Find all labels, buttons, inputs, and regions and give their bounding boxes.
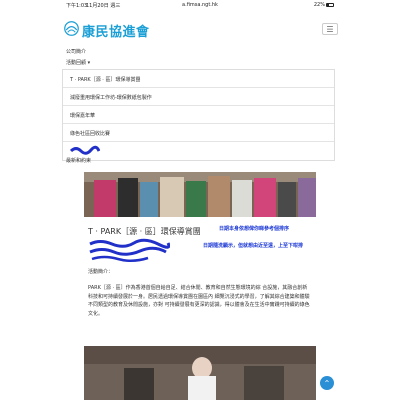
- battery-icon: [326, 2, 334, 7]
- activity-photo: [84, 346, 316, 400]
- battery-indicator: 22%: [314, 2, 334, 8]
- crowd-photo: [84, 172, 316, 217]
- nav-recent[interactable]: 最新和約束: [66, 157, 91, 164]
- caret-down-icon: ▾: [87, 60, 91, 66]
- dropdown-item-redacted[interactable]: [63, 142, 334, 160]
- nav-about[interactable]: 公司簡介: [66, 48, 86, 55]
- guide-photo: [84, 346, 316, 400]
- back-to-top-button[interactable]: ⌃: [320, 376, 334, 390]
- nav-activities[interactable]: 活動回顧 ▾: [66, 59, 90, 66]
- nav-activities-label: 活動回顧: [66, 60, 87, 66]
- dropdown-item[interactable]: 綠色社區回收比賽: [63, 124, 334, 142]
- activities-dropdown: T · PARK［源 · 區］環保導賞團 減廢重用環保工作坊-環保數紙包製作 環…: [62, 69, 335, 161]
- dropdown-item[interactable]: 環保嘉年華: [63, 106, 334, 124]
- dropdown-item[interactable]: T · PARK［源 · 區］環保導賞團: [63, 70, 334, 88]
- article-title: T · PARK［源 · 區］環保導賞團: [88, 227, 201, 236]
- redaction-scribble: [89, 238, 170, 262]
- article-paragraph: PARK［源 · 區］作為香港首個自給自足、結合休閒、教育和自然生態環境的綜 合…: [88, 285, 310, 318]
- redaction-scribble: [69, 145, 101, 155]
- status-bar: 下午1:03 11月20日 週三 a.fimsa.ngt.hk 22%: [0, 0, 400, 10]
- brand-name[interactable]: 康民協進會: [82, 21, 150, 40]
- hamburger-icon: ☰: [326, 24, 334, 34]
- menu-toggle-button[interactable]: ☰: [322, 23, 338, 35]
- url-bar[interactable]: a.fimsa.ngt.hk: [0, 2, 400, 8]
- activity-photo: [84, 172, 316, 217]
- battery-percent: 22%: [313, 2, 325, 8]
- dropdown-item[interactable]: 減廢重用環保工作坊-環保數紙包製作: [63, 88, 334, 106]
- chevron-up-icon: ⌃: [323, 378, 331, 388]
- site-header: 康民協進會 ☰: [62, 15, 340, 43]
- editor-note-1: 日期本身依想俾你睇參考個排序: [219, 226, 290, 232]
- editor-note-2: 日期隨洗顯示，但就想由近至遠，上至下咁排: [203, 243, 304, 249]
- logo-icon[interactable]: [64, 21, 79, 36]
- intro-label: 活動簡介：: [88, 269, 114, 275]
